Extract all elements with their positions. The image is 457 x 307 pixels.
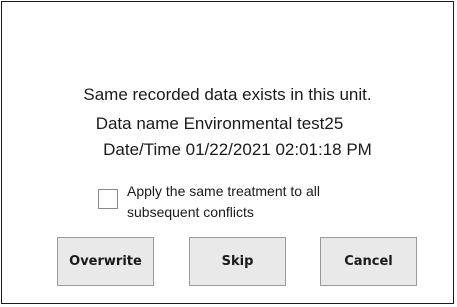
apply-to-all-checkbox[interactable]	[98, 189, 118, 209]
apply-to-all-label[interactable]: Apply the same treatment to all subseque…	[127, 181, 367, 223]
conflict-message: Same recorded data exists in this unit.	[83, 85, 372, 104]
skip-button[interactable]: Skip	[189, 237, 286, 286]
data-name-text: Data name Environmental test25	[95, 114, 344, 133]
overwrite-button[interactable]: Overwrite	[57, 237, 154, 286]
cancel-button[interactable]: Cancel	[320, 237, 417, 286]
date-time-text: Date/Time 01/22/2021 02:01:18 PM	[103, 140, 372, 159]
conflict-dialog: Same recorded data exists in this unit. …	[1, 1, 454, 304]
apply-to-all-label-line1: Apply the same treatment to all	[127, 183, 320, 199]
apply-to-all-label-line2: subsequent conflicts	[127, 204, 254, 220]
